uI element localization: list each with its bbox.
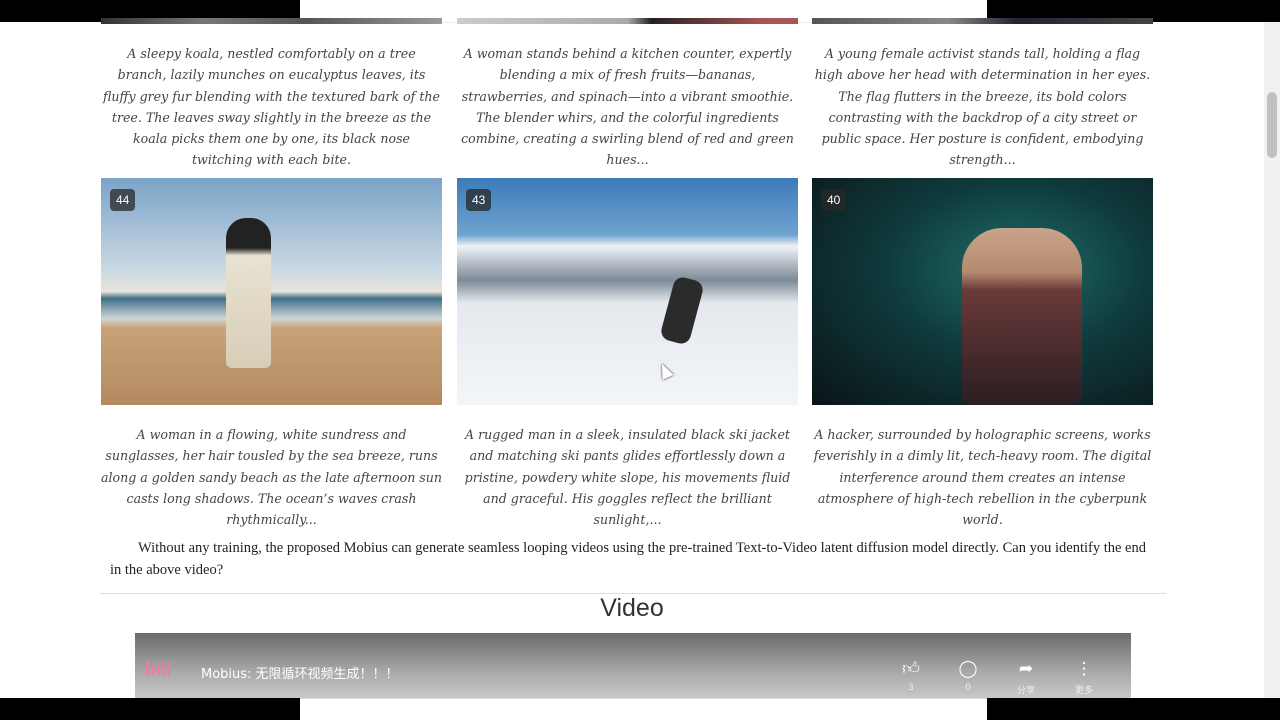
video-thumb-hacker[interactable]: 40	[812, 178, 1153, 405]
bilibili-logo: bili	[145, 659, 171, 679]
video-thumb-activist[interactable]	[812, 18, 1153, 24]
view-count-badge: 40	[821, 189, 847, 211]
embedded-video-player[interactable]: bili Mobius: 无限循环视频生成！！！ 👍︎ 3 ◯ 0 ➦ 分享 ⋮ 更多	[135, 633, 1131, 698]
description-paragraph: Without any training, the proposed Mobiu…	[110, 540, 1146, 578]
caption-koala: A sleepy koala, nestled comfortably on a…	[103, 46, 440, 168]
thumbs-up-icon: 👍︎	[902, 659, 920, 679]
comment-button[interactable]: ◯ 0	[948, 659, 988, 693]
share-icon: ➦	[1018, 659, 1034, 679]
bottom-strip	[300, 698, 987, 721]
share-button[interactable]: ➦ 分享	[1006, 659, 1046, 696]
caption-hacker: A hacker, surrounded by holographic scre…	[813, 427, 1152, 528]
view-count-badge: 43	[466, 189, 492, 211]
comment-icon: ◯	[958, 659, 978, 679]
letterbox-bottom-left	[0, 698, 300, 720]
video-thumb-koala[interactable]	[101, 18, 442, 24]
section-heading: Video	[600, 594, 664, 622]
letterbox-bottom-right	[987, 698, 1280, 720]
caption-smoothie: A woman stands behind a kitchen counter,…	[461, 46, 794, 168]
video-thumb-beach[interactable]: 44	[101, 178, 442, 405]
view-count-badge: 44	[110, 189, 136, 211]
more-icon: ⋮	[1075, 659, 1093, 679]
scrollbar-thumb[interactable]	[1267, 92, 1277, 158]
page-scrollbar[interactable]	[1264, 22, 1280, 698]
more-button[interactable]: ⋮ 更多	[1064, 659, 1104, 696]
caption-activist: A young female activist stands tall, hol…	[814, 46, 1151, 168]
video-thumb-skier[interactable]: 43	[457, 178, 798, 405]
video-title[interactable]: Mobius: 无限循环视频生成！！！	[201, 663, 399, 682]
like-button[interactable]: 👍︎ 3	[891, 659, 931, 693]
caption-beach: A woman in a flowing, white sundress and…	[101, 427, 442, 528]
video-thumb-smoothie[interactable]	[457, 18, 798, 24]
caption-skier: A rugged man in a sleek, insulated black…	[464, 427, 791, 528]
